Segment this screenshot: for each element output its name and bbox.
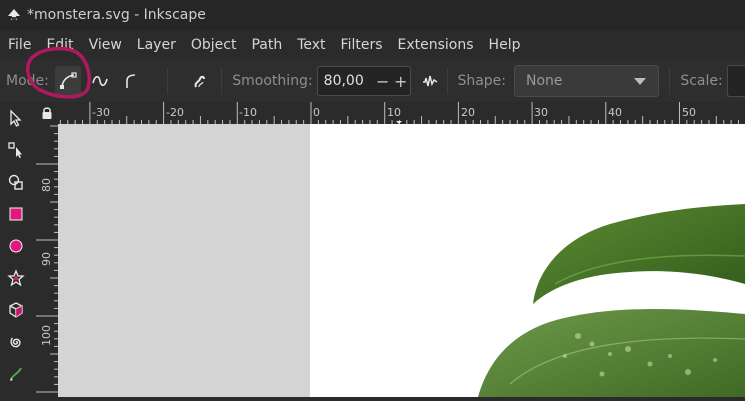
menu-edit[interactable]: Edit	[38, 37, 80, 53]
spiro-mode-button[interactable]	[87, 66, 113, 96]
pressure-icon	[195, 75, 206, 88]
bezier-mode-icon	[59, 72, 77, 89]
ruler-label: 10	[387, 106, 401, 119]
pencil-tool-button[interactable]	[4, 362, 28, 386]
lpe-icon	[422, 75, 438, 87]
menu-object[interactable]: Object	[183, 37, 244, 53]
inkscape-logo-icon	[8, 9, 20, 20]
lock-icon	[42, 107, 52, 119]
shape-select[interactable]: None	[514, 65, 660, 97]
ruler-label: 50	[682, 106, 696, 119]
scale-input[interactable]	[726, 65, 745, 97]
selector-tool-button[interactable]	[4, 106, 28, 130]
toolbar-separator	[221, 68, 223, 94]
star-tool-button[interactable]	[4, 266, 28, 290]
ruler-label: -30	[92, 106, 110, 119]
rectangle-tool-button[interactable]	[4, 202, 28, 226]
shape-select-value: None	[526, 73, 563, 89]
box3d-tool-button[interactable]	[4, 298, 28, 322]
vertical-ruler-scale: 80 90 100	[36, 125, 58, 393]
window-title: *monstera.svg - Inkscape	[27, 7, 206, 23]
smoothing-decrement-button[interactable]: −	[374, 72, 392, 91]
rectangle-icon	[9, 207, 23, 221]
menu-file[interactable]: File	[0, 37, 38, 53]
ruler-label: 30	[534, 106, 548, 119]
document-page[interactable]	[310, 124, 745, 397]
selector-icon	[10, 109, 22, 127]
menu-extensions[interactable]: Extensions	[390, 37, 481, 53]
pencil-icon	[10, 367, 22, 381]
bspline-mode-button[interactable]	[119, 66, 145, 96]
ruler-label: 80	[40, 178, 53, 192]
toolbox	[0, 102, 32, 397]
canvas-background[interactable]	[58, 124, 310, 397]
menu-text[interactable]: Text	[289, 37, 332, 53]
star-icon	[7, 269, 25, 287]
ruler-label: 90	[40, 252, 53, 266]
guide-lock-button[interactable]	[36, 102, 58, 124]
tweak-icon	[8, 174, 23, 190]
toolbar-separator	[669, 68, 671, 94]
smoothing-label: Smoothing:	[232, 73, 313, 89]
ruler-label: 0	[313, 106, 320, 119]
spiral-tool-button[interactable]	[4, 330, 28, 354]
menu-path[interactable]: Path	[243, 37, 289, 53]
ellipse-icon	[9, 239, 23, 253]
node-editor-icon	[8, 142, 22, 158]
tool-controls-bar: Mode: Smoothing: 80,00 − + Shape: None S…	[0, 60, 745, 102]
smoothing-spinbox[interactable]: 80,00 − +	[316, 66, 411, 96]
tweak-tool-button[interactable]	[4, 170, 28, 194]
spiro-mode-icon	[91, 75, 108, 87]
horizontal-ruler-scale: -30 -20 -10 0 10 20 30 40 50	[59, 102, 739, 124]
ruler-label: 40	[608, 106, 622, 119]
ruler-label: -10	[239, 106, 257, 119]
ruler-label: -20	[166, 106, 184, 119]
menu-view[interactable]: View	[81, 37, 129, 53]
bspline-mode-icon	[125, 74, 135, 88]
menu-filters[interactable]: Filters	[333, 37, 390, 53]
monstera-leaf-image	[478, 204, 745, 397]
mode-label: Mode:	[6, 73, 49, 89]
lpe-button[interactable]	[417, 66, 443, 96]
menu-help[interactable]: Help	[481, 37, 528, 53]
pressure-button[interactable]	[188, 66, 214, 96]
smoothing-increment-button[interactable]: +	[392, 72, 410, 91]
title-bar: *monstera.svg - Inkscape	[0, 0, 745, 30]
vertical-ruler[interactable]: 80 90 100	[36, 124, 58, 397]
smoothing-value[interactable]: 80,00	[318, 73, 374, 89]
ruler-label: 100	[40, 325, 53, 346]
toolbar-separator	[446, 68, 448, 94]
scale-label: Scale:	[680, 73, 723, 89]
ruler-label: 20	[461, 106, 475, 119]
node-tool-button[interactable]	[4, 138, 28, 162]
menu-bar: File Edit View Layer Object Path Text Fi…	[0, 32, 745, 58]
toolbar-separator	[166, 68, 168, 94]
ellipse-tool-button[interactable]	[4, 234, 28, 258]
chevron-down-icon	[634, 78, 647, 85]
spiral-icon	[10, 337, 21, 348]
box-3d-icon	[9, 302, 23, 318]
menu-layer[interactable]: Layer	[129, 37, 183, 53]
shape-label: Shape:	[457, 73, 507, 89]
horizontal-ruler[interactable]: -30 -20 -10 0 10 20 30 40 50	[58, 102, 745, 124]
bezier-mode-button[interactable]	[54, 66, 81, 96]
